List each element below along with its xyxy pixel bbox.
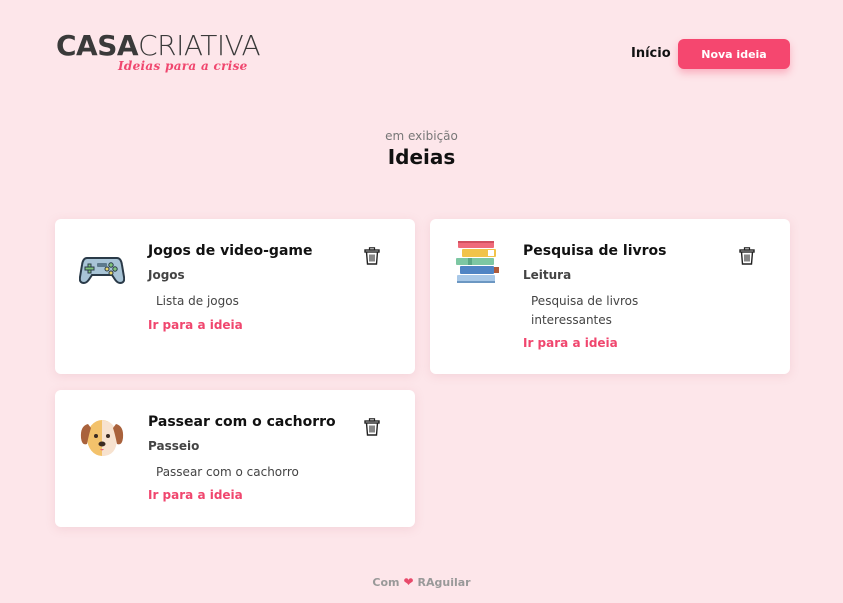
new-idea-button[interactable]: Nova ideia (678, 39, 790, 69)
footer-author[interactable]: RAguilar (418, 576, 471, 589)
footer: Com ❤ RAguilar (0, 575, 843, 589)
section-subtitle: em exibição (385, 129, 458, 143)
trash-icon[interactable] (364, 418, 380, 436)
idea-description: Passear com o cachorro (156, 465, 299, 479)
brand-tagline: Ideias para a crise (118, 59, 248, 73)
go-to-idea-link[interactable]: Ir para a ideia (148, 488, 243, 502)
trash-icon[interactable] (364, 247, 380, 265)
gamepad-icon (78, 245, 126, 291)
idea-title: Jogos de video-game (148, 243, 313, 259)
idea-card: Pesquisa de livros Leitura Pesquisa de l… (430, 219, 790, 374)
idea-card: Jogos de video-game Jogos Lista de jogos… (55, 219, 415, 374)
brand-name-part2: CRIATIVA (138, 29, 261, 62)
page: CASACRIATIVA Ideias para a crise Início … (0, 0, 843, 603)
idea-description: Pesquisa de livros interessantes (531, 294, 639, 327)
idea-card: Passear com o cachorro Passeio Passear c… (55, 390, 415, 527)
nav-home-link[interactable]: Início (631, 46, 671, 61)
books-icon (454, 239, 500, 285)
brand-logo[interactable]: CASACRIATIVA Ideias para a crise (56, 30, 286, 80)
go-to-idea-link[interactable]: Ir para a ideia (523, 336, 618, 350)
idea-category: Passeio (148, 439, 200, 453)
brand-name: CASACRIATIVA (56, 30, 286, 62)
idea-category: Leitura (523, 268, 572, 282)
trash-icon[interactable] (739, 247, 755, 265)
heart-icon: ❤ (403, 575, 414, 589)
go-to-idea-link[interactable]: Ir para a ideia (148, 318, 243, 332)
idea-title: Pesquisa de livros (523, 243, 667, 259)
page-title: Ideias (387, 145, 456, 169)
idea-description: Lista de jogos (156, 294, 239, 308)
idea-category: Jogos (148, 268, 185, 282)
dog-icon (79, 416, 125, 462)
idea-title: Passear com o cachorro (148, 414, 336, 430)
footer-prefix: Com (372, 576, 400, 589)
brand-name-part1: CASA (56, 29, 139, 62)
